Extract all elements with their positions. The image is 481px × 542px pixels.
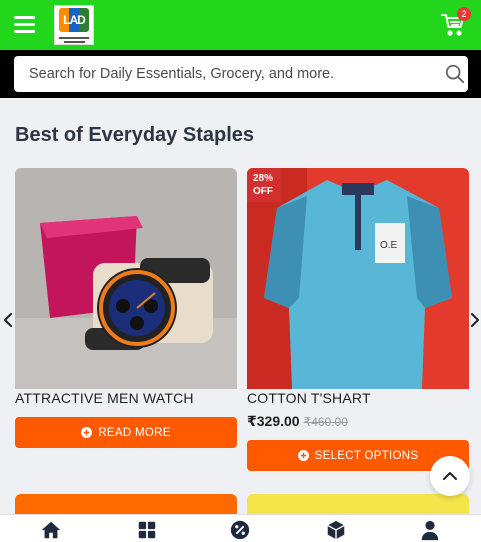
- search-input[interactable]: [14, 56, 424, 92]
- home-icon[interactable]: [40, 519, 62, 541]
- grid-icon[interactable]: [136, 519, 158, 541]
- product-card[interactable]: O.E 28% OFF COTTON T'SHART ₹329.00 ₹460.0…: [247, 168, 469, 471]
- button-label: READ MORE: [98, 426, 171, 439]
- product-image-tshirt[interactable]: O.E 28% OFF: [247, 168, 469, 389]
- scroll-to-top-button[interactable]: [430, 456, 470, 496]
- search-box: [14, 56, 468, 92]
- logo-mark: LAD: [59, 7, 89, 32]
- product-name[interactable]: ATTRACTIVE MEN WATCH: [15, 390, 194, 406]
- discount-badge: 28% OFF: [247, 168, 281, 202]
- old-price: ₹460.00: [303, 415, 348, 429]
- product-image-watch[interactable]: [15, 168, 237, 389]
- discount-percent: 28%: [253, 173, 274, 184]
- logo[interactable]: LAD: [54, 5, 94, 45]
- discount-suffix: OFF: [253, 186, 273, 197]
- search-bar: [0, 50, 481, 98]
- search-icon[interactable]: [444, 63, 466, 85]
- chevron-left-icon[interactable]: [1, 311, 15, 329]
- promo-banner-tea[interactable]: [15, 494, 237, 514]
- promo-banner-yellow[interactable]: [247, 494, 469, 514]
- percent-icon[interactable]: [229, 519, 251, 541]
- product-price: ₹329.00 ₹460.00: [247, 413, 348, 430]
- top-bar: LAD 2: [0, 0, 481, 50]
- cart-count-badge: 2: [457, 7, 471, 21]
- chevron-up-icon: [443, 472, 457, 480]
- plus-icon: [297, 450, 309, 461]
- sale-price: ₹329.00: [247, 413, 300, 429]
- plus-icon: [81, 427, 93, 438]
- menu-icon[interactable]: [14, 16, 35, 33]
- product-card[interactable]: ATTRACTIVE MEN WATCH READ MORE: [15, 168, 237, 448]
- logo-tagline: [59, 35, 89, 43]
- svg-text:O.E: O.E: [380, 240, 398, 251]
- box-icon[interactable]: [325, 519, 347, 541]
- cart-button[interactable]: 2: [441, 7, 471, 37]
- read-more-button[interactable]: READ MORE: [15, 417, 237, 448]
- button-label: SELECT OPTIONS: [314, 449, 419, 462]
- bottom-nav: [0, 514, 481, 542]
- chevron-right-icon[interactable]: [468, 311, 481, 329]
- section-title: Best of Everyday Staples: [15, 124, 254, 146]
- user-icon[interactable]: [419, 519, 441, 541]
- product-name[interactable]: COTTON T'SHART: [247, 390, 371, 406]
